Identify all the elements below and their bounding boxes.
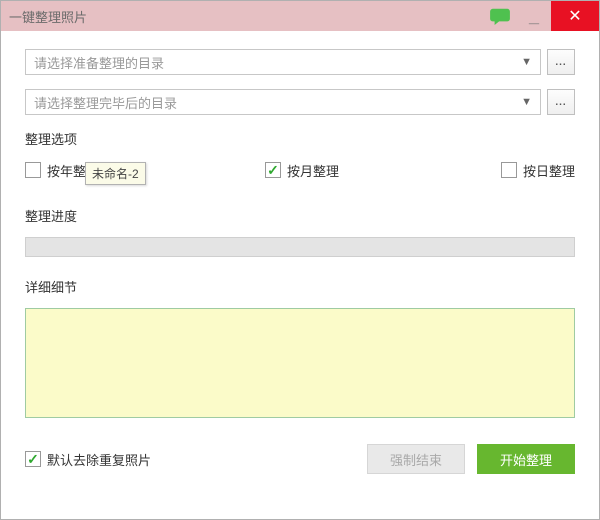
footer: 默认去除重复照片 强制结束 开始整理 <box>25 436 575 474</box>
details-section-label: 详细细节 <box>25 277 575 296</box>
close-button[interactable]: ✕ <box>551 1 599 31</box>
options-row: 按年整理 未命名-2 按月整理 按日整理 <box>25 160 575 180</box>
checkbox-label: 默认去除重复照片 <box>47 450 151 469</box>
checkbox-dedupe[interactable]: 默认去除重复照片 <box>25 450 151 469</box>
dest-path-row: 请选择整理完毕后的目录 ▼ ... <box>25 89 575 115</box>
window-title: 一键整理照片 <box>1 7 483 26</box>
notification-icon[interactable] <box>483 1 517 31</box>
start-button[interactable]: 开始整理 <box>477 444 575 474</box>
checkbox-box <box>265 162 281 178</box>
details-textarea[interactable] <box>25 308 575 418</box>
checkbox-box <box>501 162 517 178</box>
dest-placeholder-text: 请选择整理完毕后的目录 <box>34 93 177 112</box>
progress-section-label: 整理进度 <box>25 206 575 225</box>
force-stop-button: 强制结束 <box>367 444 465 474</box>
checkbox-box <box>25 162 41 178</box>
checkbox-label: 按月整理 <box>287 161 339 180</box>
checkbox-by-day[interactable]: 按日整理 <box>501 161 575 180</box>
checkbox-box <box>25 451 41 467</box>
checkbox-label: 按日整理 <box>523 161 575 180</box>
chevron-down-icon: ▼ <box>521 56 532 68</box>
dest-directory-input[interactable]: 请选择整理完毕后的目录 ▼ <box>25 89 541 115</box>
tooltip: 未命名-2 <box>85 162 146 185</box>
content-area: 请选择准备整理的目录 ▼ ... 请选择整理完毕后的目录 ▼ ... 整理选项 … <box>1 31 599 490</box>
source-directory-input[interactable]: 请选择准备整理的目录 ▼ <box>25 49 541 75</box>
source-path-row: 请选择准备整理的目录 ▼ ... <box>25 49 575 75</box>
browse-dest-button[interactable]: ... <box>547 89 575 115</box>
progress-bar <box>25 237 575 257</box>
chevron-down-icon: ▼ <box>521 96 532 108</box>
source-placeholder-text: 请选择准备整理的目录 <box>34 53 164 72</box>
options-section-label: 整理选项 <box>25 129 575 148</box>
browse-source-button[interactable]: ... <box>547 49 575 75</box>
checkbox-by-month[interactable]: 按月整理 <box>265 161 339 180</box>
titlebar: 一键整理照片 _ ✕ <box>1 1 599 31</box>
minimize-button[interactable]: _ <box>517 1 551 31</box>
